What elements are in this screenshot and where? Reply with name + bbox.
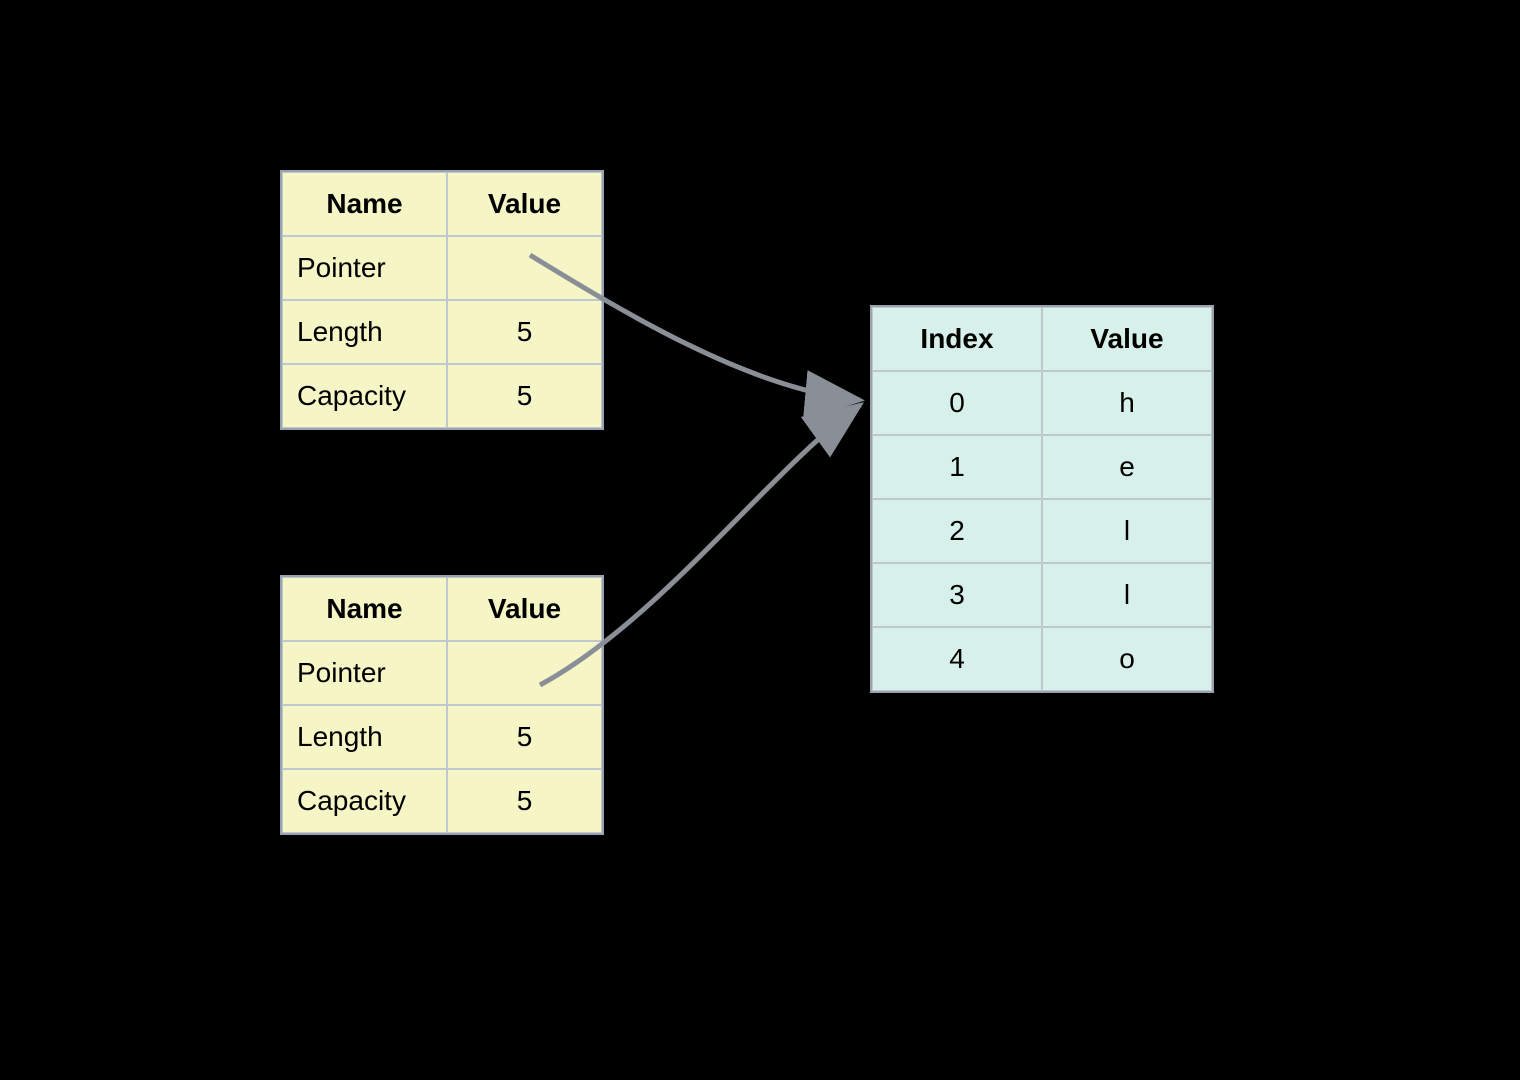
table-row: Pointer xyxy=(282,236,602,300)
header-name: Name xyxy=(282,172,447,236)
row-value: e xyxy=(1042,435,1212,499)
header-index: Index xyxy=(872,307,1042,371)
table-row: Length 5 xyxy=(282,300,602,364)
table-s2: Name Value Pointer Length 5 Capacity 5 xyxy=(280,575,604,835)
table-row: 4 o xyxy=(872,627,1212,691)
row-index: 2 xyxy=(872,499,1042,563)
table-row: Capacity 5 xyxy=(282,769,602,833)
row-index: 0 xyxy=(872,371,1042,435)
table-s1: Name Value Pointer Length 5 Capacity 5 xyxy=(280,170,604,430)
header-name: Name xyxy=(282,577,447,641)
row-name: Capacity xyxy=(282,364,447,428)
label-s2: s2 xyxy=(210,610,240,642)
row-name: Length xyxy=(282,705,447,769)
row-value: 5 xyxy=(447,300,602,364)
table-heap-header: Index Value xyxy=(872,307,1212,371)
table-row: 1 e xyxy=(872,435,1212,499)
table-row: Length 5 xyxy=(282,705,602,769)
row-index: 4 xyxy=(872,627,1042,691)
row-value xyxy=(447,236,602,300)
row-name: Length xyxy=(282,300,447,364)
row-value: 5 xyxy=(447,705,602,769)
table-row: 3 l xyxy=(872,563,1212,627)
header-value: Value xyxy=(447,172,602,236)
row-value: 5 xyxy=(447,364,602,428)
row-value: h xyxy=(1042,371,1212,435)
pointer-arrows xyxy=(0,0,1520,1080)
table-heap: Index Value 0 h 1 e 2 l 3 l 4 o xyxy=(870,305,1214,693)
table-row: 0 h xyxy=(872,371,1212,435)
table-s1-header: Name Value xyxy=(282,172,602,236)
row-name: Pointer xyxy=(282,236,447,300)
row-name: Pointer xyxy=(282,641,447,705)
row-value xyxy=(447,641,602,705)
row-index: 1 xyxy=(872,435,1042,499)
table-s2-header: Name Value xyxy=(282,577,602,641)
row-index: 3 xyxy=(872,563,1042,627)
table-row: 2 l xyxy=(872,499,1212,563)
row-value: 5 xyxy=(447,769,602,833)
table-row: Capacity 5 xyxy=(282,364,602,428)
header-value: Value xyxy=(447,577,602,641)
header-value: Value xyxy=(1042,307,1212,371)
row-value: o xyxy=(1042,627,1212,691)
row-name: Capacity xyxy=(282,769,447,833)
label-s1: s1 xyxy=(210,205,240,237)
row-value: l xyxy=(1042,499,1212,563)
row-value: l xyxy=(1042,563,1212,627)
table-row: Pointer xyxy=(282,641,602,705)
